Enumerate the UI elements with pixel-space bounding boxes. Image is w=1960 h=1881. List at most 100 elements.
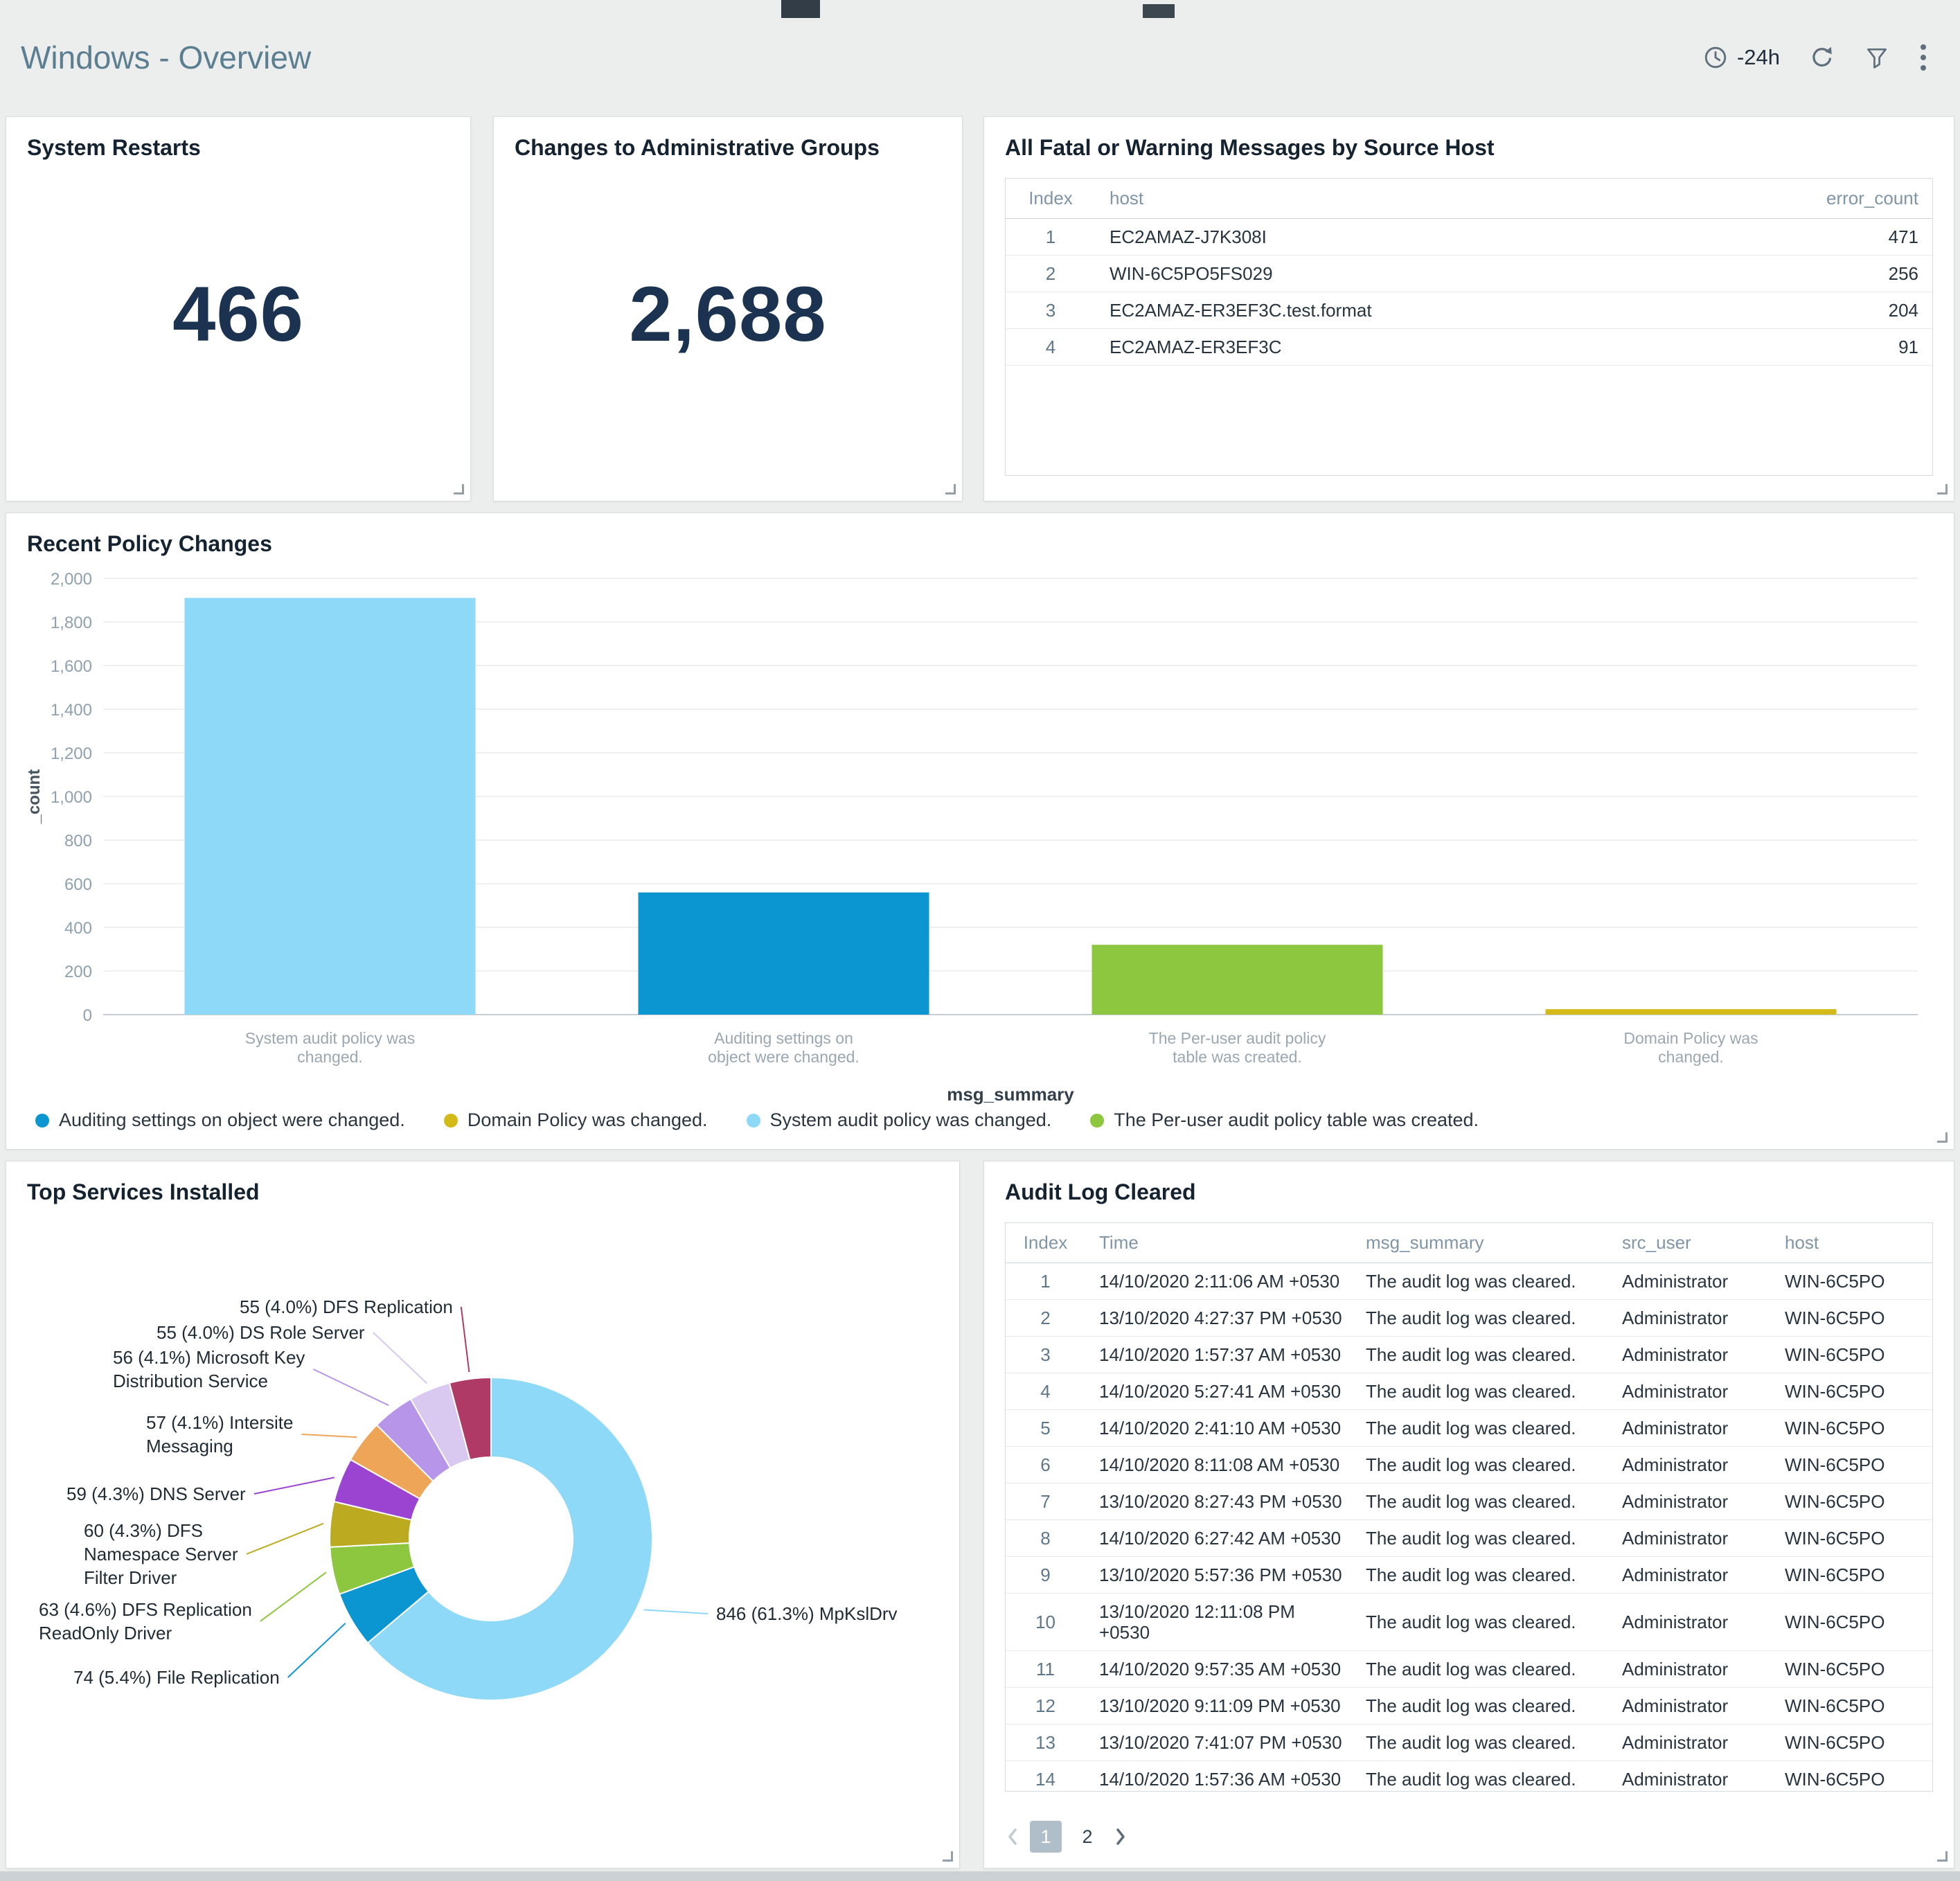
table-row[interactable]: 8 14/10/2020 6:27:42 AM +0530 The audit lo… xyxy=(1006,1519,1932,1557)
resize-handle[interactable] xyxy=(1937,484,1948,494)
resize-handle[interactable] xyxy=(454,484,464,494)
bar-1[interactable] xyxy=(638,892,929,1015)
column-header-host[interactable]: host xyxy=(1771,1223,1932,1263)
cell: Administrator xyxy=(1608,1519,1771,1557)
cell: 4 xyxy=(1006,328,1096,366)
next-page-button[interactable] xyxy=(1113,1825,1128,1848)
table-row[interactable]: 7 13/10/2020 8:27:43 PM +0530 The audit lo… xyxy=(1006,1483,1932,1520)
chart-legend: Auditing settings on object were changed… xyxy=(35,1109,1479,1131)
table-row[interactable]: 6 14/10/2020 8:11:08 AM +0530 The audit lo… xyxy=(1006,1446,1932,1483)
cell: 13/10/2020 8:27:43 PM +0530 xyxy=(1085,1483,1352,1520)
table-row[interactable]: 9 13/10/2020 5:57:36 PM +0530 The audit lo… xyxy=(1006,1556,1932,1594)
cell: 13/10/2020 7:41:07 PM +0530 xyxy=(1085,1724,1352,1761)
panel-system-restarts: System Restarts 466 xyxy=(6,116,471,501)
cell: The audit log was cleared. xyxy=(1352,1687,1608,1724)
panel-audit-log-cleared: Audit Log Cleared Index Time msg_summary sr… xyxy=(983,1161,1954,1869)
page-title: Windows - Overview xyxy=(21,39,312,75)
bar-chart-container: 0 200 400 600 800 1,000 1,200 1,400 1,600 1,800 2,… xyxy=(20,564,1945,1116)
cell: The audit log was cleared. xyxy=(1352,1724,1608,1761)
legend-item[interactable]: System audit policy was changed. xyxy=(746,1109,1051,1131)
table-row[interactable]: 1 14/10/2020 2:11:06 AM +0530 The audit lo… xyxy=(1006,1263,1932,1300)
cell: Administrator xyxy=(1608,1650,1771,1688)
cell: WIN-6C5PO xyxy=(1771,1446,1932,1483)
table-row[interactable]: 12 13/10/2020 9:11:09 PM +0530 The audit l… xyxy=(1006,1687,1932,1724)
slice-label: 63 (4.6%) DFS Replication ReadOnly Driver xyxy=(39,1599,252,1643)
column-header-Time[interactable]: Time xyxy=(1085,1223,1352,1263)
column-header-error_count[interactable]: error_count xyxy=(1725,179,1932,219)
resize-handle[interactable] xyxy=(945,484,956,494)
cell: The audit log was cleared. xyxy=(1352,1593,1608,1651)
panel-title: System Restarts xyxy=(27,135,201,160)
time-range-control[interactable]: -24h xyxy=(1702,44,1780,71)
x-category-label: The Per-user audit policy table was creat… xyxy=(1149,1029,1326,1066)
legend-item[interactable]: Auditing settings on object were changed… xyxy=(35,1109,405,1131)
cell: WIN-6C5PO xyxy=(1771,1263,1932,1300)
table-row[interactable]: 4 EC2AMAZ-ER3EF3C 91 xyxy=(1006,328,1932,366)
top-edge-artifact xyxy=(1143,4,1175,18)
table-row[interactable]: 14 14/10/2020 1:57:36 AM +0530 The audit l… xyxy=(1006,1760,1932,1791)
label-leader-line xyxy=(260,1571,327,1622)
label-leader-line xyxy=(313,1369,389,1407)
cell: 13 xyxy=(1006,1724,1085,1761)
cell: Administrator xyxy=(1608,1263,1771,1300)
resize-handle[interactable] xyxy=(1937,1132,1948,1143)
column-header-Index[interactable]: Index xyxy=(1006,179,1096,219)
y-tick-label: 0 xyxy=(83,1006,92,1025)
cell: WIN-6C5PO xyxy=(1771,1373,1932,1410)
clock-icon xyxy=(1702,44,1729,71)
legend-label: Domain Policy was changed. xyxy=(467,1109,708,1130)
refresh-button[interactable] xyxy=(1809,44,1835,71)
legend-dot xyxy=(35,1113,49,1127)
cell: The audit log was cleared. xyxy=(1352,1263,1608,1300)
resize-handle[interactable] xyxy=(1937,1851,1948,1862)
cell: 1 xyxy=(1006,1263,1085,1300)
previous-page-button[interactable] xyxy=(1005,1825,1020,1848)
panel-title: Recent Policy Changes xyxy=(27,531,272,556)
cell: 3 xyxy=(1006,292,1096,329)
column-header-host[interactable]: host xyxy=(1096,179,1725,219)
legend-label: Auditing settings on object were changed… xyxy=(59,1109,405,1130)
filter-icon[interactable] xyxy=(1864,45,1889,70)
table-row[interactable]: 4 14/10/2020 5:27:41 AM +0530 The audit lo… xyxy=(1006,1373,1932,1410)
kebab-menu-icon[interactable] xyxy=(1918,42,1928,73)
cell: 14/10/2020 1:57:37 AM +0530 xyxy=(1085,1336,1352,1373)
y-tick-label: 800 xyxy=(64,832,92,850)
cell: 14/10/2020 9:57:35 AM +0530 xyxy=(1085,1650,1352,1688)
table-row[interactable]: 3 14/10/2020 1:57:37 AM +0530 The audit lo… xyxy=(1006,1336,1932,1373)
label-leader-line xyxy=(301,1434,357,1438)
audit-log-table-container: Index Time msg_summary src_user host 1 14/10/2… xyxy=(1005,1222,1933,1792)
page-button-1[interactable]: 1 xyxy=(1030,1821,1062,1853)
legend-item[interactable]: Domain Policy was changed. xyxy=(443,1109,708,1131)
panel-title: Audit Log Cleared xyxy=(1005,1179,1196,1204)
bar-0[interactable] xyxy=(184,598,476,1015)
table-row[interactable]: 1 EC2AMAZ-J7K308I 471 xyxy=(1006,218,1932,256)
cell: Administrator xyxy=(1608,1299,1771,1337)
cell: Administrator xyxy=(1608,1409,1771,1447)
table-row[interactable]: 3 EC2AMAZ-ER3EF3C.test.format 204 xyxy=(1006,292,1932,329)
table-row[interactable]: 2 WIN-6C5PO5FS029 256 xyxy=(1006,255,1932,292)
cell: WIN-6C5PO xyxy=(1771,1650,1932,1688)
cell: 14/10/2020 5:27:41 AM +0530 xyxy=(1085,1373,1352,1410)
legend-dot xyxy=(1090,1113,1105,1127)
bar-3[interactable] xyxy=(1545,1009,1837,1015)
column-header-Index[interactable]: Index xyxy=(1006,1223,1085,1263)
bar-chart: 0 200 400 600 800 1,000 1,200 1,400 1,600 1,800 2,… xyxy=(25,570,1918,1105)
label-leader-line xyxy=(643,1609,709,1614)
table-row[interactable]: 13 13/10/2020 7:41:07 PM +0530 The audit l… xyxy=(1006,1724,1932,1761)
bar-2[interactable] xyxy=(1092,945,1383,1015)
page-button-2[interactable]: 2 xyxy=(1071,1821,1103,1853)
table-row[interactable]: 10 13/10/2020 12:11:08 PM +0530 The audit … xyxy=(1006,1593,1932,1651)
cell: The audit log was cleared. xyxy=(1352,1556,1608,1594)
table-row[interactable]: 11 14/10/2020 9:57:35 AM +0530 The audit l… xyxy=(1006,1650,1932,1688)
column-header-msg_summary[interactable]: msg_summary xyxy=(1352,1223,1608,1263)
column-header-src_user[interactable]: src_user xyxy=(1608,1223,1771,1263)
x-category-label: Domain Policy was changed. xyxy=(1623,1029,1758,1066)
table-row[interactable]: 5 14/10/2020 2:41:10 AM +0530 The audit lo… xyxy=(1006,1409,1932,1447)
cell: 91 xyxy=(1725,328,1932,366)
table-row[interactable]: 2 13/10/2020 4:27:37 PM +0530 The audit lo… xyxy=(1006,1299,1932,1337)
panel-title: All Fatal or Warning Messages by Source … xyxy=(1005,135,1495,160)
legend-item[interactable]: The Per-user audit policy table was crea… xyxy=(1090,1109,1479,1131)
cell: 14/10/2020 8:11:08 AM +0530 xyxy=(1085,1446,1352,1483)
cell: Administrator xyxy=(1608,1336,1771,1373)
resize-handle[interactable] xyxy=(943,1851,953,1862)
